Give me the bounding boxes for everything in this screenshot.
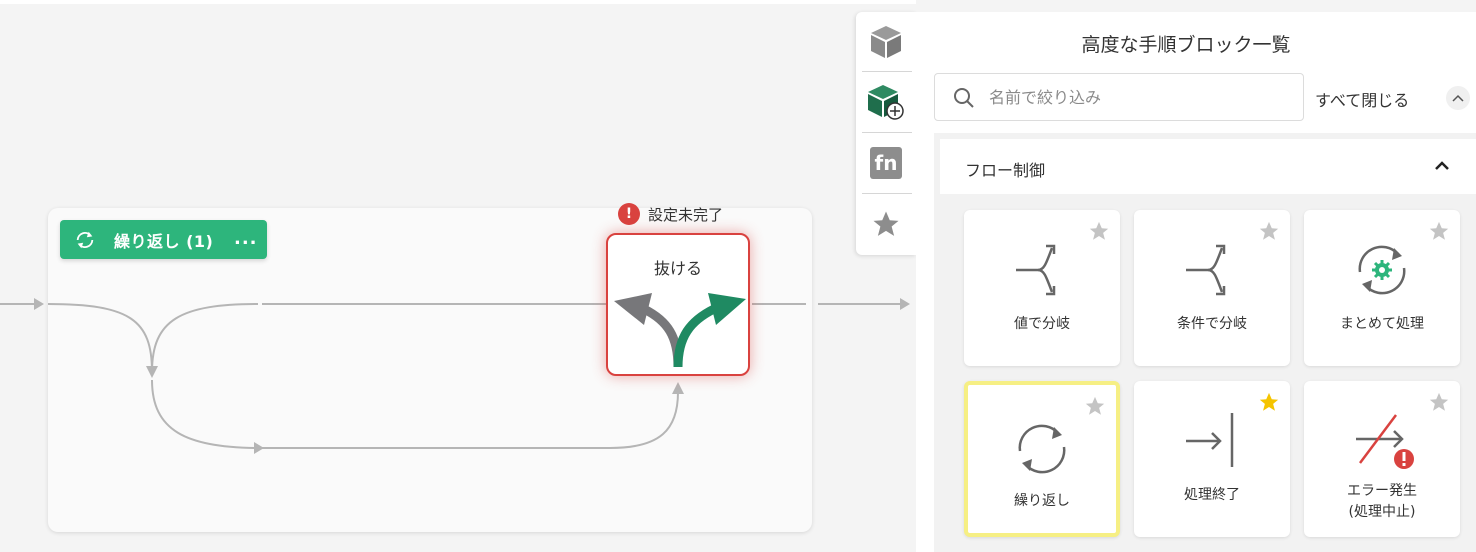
function-icon-text: fn	[874, 151, 898, 175]
card-label: 値で分岐	[1014, 316, 1070, 332]
function-blocks-tab[interactable]: fn	[856, 133, 916, 193]
card-label: エラー発生	[1347, 483, 1417, 499]
block-card-repeat[interactable]: 繰り返し	[964, 381, 1120, 537]
star-icon[interactable]	[1084, 395, 1106, 417]
loop-block-label: 繰り返し (1)	[114, 231, 214, 251]
more-options-button[interactable]: ...	[234, 228, 258, 249]
search-field[interactable]	[934, 73, 1304, 121]
search-icon	[954, 88, 974, 108]
collapse-all-button[interactable]	[1446, 86, 1470, 110]
block-card-batch-process[interactable]: まとめて処理	[1304, 210, 1460, 366]
section-header-flow-control[interactable]: フロー制御	[940, 139, 1476, 194]
advanced-blocks-panel: 高度な手順ブロック一覧 すべて閉じる フロー制御	[916, 12, 1476, 552]
loop-block-badge[interactable]: 繰り返し (1) ...	[60, 220, 267, 259]
chevron-up-icon	[1435, 161, 1449, 170]
exit-block-title: 抜ける	[653, 259, 702, 278]
branch-by-value-icon	[1016, 244, 1056, 296]
card-label-sub: (処理中止)	[1348, 504, 1416, 520]
card-label: 条件で分岐	[1177, 316, 1247, 332]
search-input[interactable]	[989, 82, 1289, 112]
close-all-button[interactable]: すべて閉じる	[1315, 87, 1409, 111]
cube-icon	[871, 26, 901, 58]
batch-process-icon	[1358, 245, 1406, 295]
incomplete-settings-warning: ! 設定未完了	[618, 203, 723, 225]
flow-connectors	[0, 298, 910, 454]
flow-canvas[interactable]: 繰り返し (1) ... ! 設定未完了 抜ける	[0, 0, 916, 552]
chevron-up-icon	[1452, 94, 1464, 102]
side-toolbar: fn	[856, 12, 916, 255]
block-card-branch-by-condition[interactable]: 条件で分岐	[1134, 210, 1290, 366]
star-icon	[873, 211, 899, 236]
card-label: まとめて処理	[1340, 316, 1424, 332]
advanced-blocks-tab[interactable]	[856, 72, 916, 132]
card-label: 繰り返し	[1014, 493, 1070, 509]
exit-branch-icon	[614, 293, 746, 368]
repeat-icon	[1018, 424, 1066, 474]
block-card-end-process[interactable]: 処理終了	[1134, 381, 1290, 537]
warning-text: 設定未完了	[648, 205, 724, 224]
raise-error-icon	[1356, 414, 1414, 469]
block-card-raise-error[interactable]: エラー発生 (処理中止)	[1304, 381, 1460, 537]
repeat-icon	[76, 231, 94, 248]
standard-blocks-tab[interactable]	[856, 12, 916, 72]
branch-by-condition-icon	[1186, 244, 1226, 296]
section-label: フロー制御	[965, 161, 1046, 180]
end-process-icon	[1186, 413, 1234, 467]
error-icon: !	[618, 203, 640, 225]
block-list-area: フロー制御 値で分岐 条件で分岐 まとめて処理 繰り返し 処理終了 エラー発生 …	[934, 133, 1476, 552]
block-card-branch-by-value[interactable]: 値で分岐	[964, 210, 1120, 366]
panel-title: 高度な手順ブロック一覧	[1081, 34, 1291, 56]
card-label: 処理終了	[1184, 487, 1240, 503]
cube-add-icon	[868, 85, 904, 120]
favorites-tab[interactable]	[856, 194, 916, 254]
function-icon: fn	[870, 147, 902, 179]
exit-loop-block[interactable]: 抜ける	[606, 233, 750, 376]
